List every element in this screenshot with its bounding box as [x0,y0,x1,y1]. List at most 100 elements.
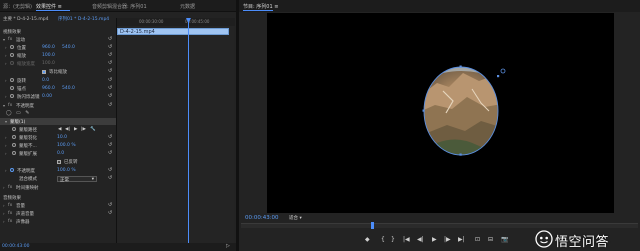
fx-icon[interactable]: fx [8,185,12,190]
step-forward-icon[interactable]: |▶ [444,237,451,243]
mask-row[interactable]: ▾ 蒙版(1) [0,118,116,125]
mask-feather-handle[interactable] [500,68,506,74]
collapse-chevron-icon[interactable]: › [3,211,5,216]
program-monitor-title[interactable]: 节目: 序列01 ≡ [243,3,278,10]
reset-icon[interactable]: ↺ [108,36,112,42]
tab-metadata[interactable]: 元数据 [180,3,195,10]
collapse-chevron-icon[interactable]: › [5,168,7,173]
program-scrub-bar[interactable] [241,223,638,228]
opacity-section-row[interactable]: ▾ fx 不透明度 ↺ [0,102,116,109]
expand-chevron-icon[interactable]: ▾ [3,103,5,108]
extract-icon[interactable]: ⊟ [488,237,493,243]
rotation-value[interactable]: 0.0 [42,78,49,83]
reset-icon[interactable]: ↺ [108,150,112,156]
position-x-value[interactable]: 960.0 [42,45,55,50]
lift-icon[interactable]: ⊡ [475,237,480,243]
reset-icon[interactable]: ↺ [108,52,112,58]
go-to-in-icon[interactable]: |◀ [403,237,410,243]
stopwatch-icon[interactable] [10,168,14,172]
expand-chevron-icon[interactable]: ▾ [3,37,5,42]
reset-icon[interactable]: ↺ [108,93,112,99]
stopwatch-icon[interactable] [10,53,14,57]
reset-icon[interactable]: ↺ [108,210,112,216]
reset-icon[interactable]: ↺ [108,202,112,208]
position-y-value[interactable]: 540.0 [62,45,75,50]
sequence-clip-label[interactable]: 序列01 * D-4-2-15.mp4 [58,16,109,22]
mask-vertex-handle[interactable] [497,75,500,78]
collapse-chevron-icon[interactable]: › [5,135,7,140]
channel-volume-row[interactable]: › fx 声道音量 ↺ [0,210,116,217]
mark-out-icon[interactable]: } [391,237,395,243]
reset-icon[interactable]: ↺ [108,175,112,181]
reset-icon[interactable]: ↺ [108,85,112,91]
program-video-canvas[interactable] [267,13,614,213]
mask-vertex-handle[interactable] [459,65,462,68]
zoom-fit-select[interactable]: 适合 ▾ [289,215,302,221]
pen-mask-icon[interactable]: ✎ [25,110,29,116]
scale-value[interactable]: 100.0 [42,53,55,58]
stopwatch-icon[interactable] [12,143,16,147]
filter-icon[interactable]: ▷ [226,243,230,249]
collapse-chevron-icon[interactable]: › [3,203,5,208]
reset-icon[interactable]: ↺ [108,134,112,140]
track-back-one-button[interactable]: ◀| [65,127,70,132]
mask-opacity-value[interactable]: 100.0 % [57,143,76,148]
stopwatch-icon[interactable] [12,135,16,139]
fx-icon[interactable]: fx [8,219,12,224]
program-timecode[interactable]: 00:00:43:00 [245,215,279,221]
ellipse-mask-icon[interactable]: ◯ [6,110,12,116]
timeline-clip[interactable]: D-4-2-15.mp4 [117,28,229,35]
inverted-checkbox[interactable] [57,159,61,164]
mask-feather-value[interactable]: 10.0 [57,135,67,140]
reset-icon[interactable]: ↺ [108,44,112,50]
uniform-scale-checkbox[interactable] [42,69,46,74]
reset-icon[interactable]: ↺ [108,142,112,148]
anti-flicker-value[interactable]: 0.00 [42,94,52,99]
mask-vertex-handle[interactable] [422,109,425,112]
stopwatch-icon[interactable] [10,86,14,90]
program-playhead[interactable] [371,222,374,229]
tab-effect-controls[interactable]: 效果控件 ≡ [36,3,62,10]
stopwatch-icon[interactable] [12,151,16,155]
panner-row[interactable]: › fx 声像器 [0,218,116,225]
reset-icon[interactable]: ↺ [108,77,112,83]
blend-mode-select[interactable]: 正常 ▾ [57,175,97,183]
reset-icon[interactable]: ↺ [108,167,112,173]
play-button[interactable]: ▶ [432,237,437,243]
step-back-icon[interactable]: ◀| [417,237,424,243]
collapse-chevron-icon[interactable]: › [5,94,7,99]
reset-icon[interactable]: ↺ [108,68,112,74]
opacity-value[interactable]: 100.0 % [57,168,76,173]
stopwatch-icon[interactable] [10,94,14,98]
tab-audio-clip-mixer[interactable]: 音频剪辑混合器: 序列01 [92,3,147,10]
mark-in-icon[interactable]: { [381,237,385,243]
playhead-line[interactable] [188,18,189,251]
reset-icon[interactable]: ↺ [108,102,112,108]
collapse-chevron-icon[interactable]: › [5,143,7,148]
collapse-chevron-icon[interactable]: › [5,53,7,58]
track-forward-one-button[interactable]: ▶ [74,127,77,132]
go-to-out-icon[interactable]: ▶| [458,237,465,243]
rectangle-mask-icon[interactable]: ▭ [16,110,21,116]
mask-expansion-value[interactable]: 0.0 [57,151,64,156]
export-frame-icon[interactable]: 📷 [501,237,508,243]
collapse-chevron-icon[interactable]: › [5,151,7,156]
anchor-y-value[interactable]: 540.0 [62,86,75,91]
collapse-chevron-icon[interactable]: › [5,45,7,50]
mask-vertex-handle[interactable] [459,153,462,156]
track-options-button[interactable]: 🔧 [90,127,96,132]
collapse-chevron-icon[interactable]: › [3,219,5,224]
collapse-chevron-icon[interactable]: › [3,185,5,190]
time-ruler[interactable]: 00:00:30:00 00:00:45:00 [117,18,235,26]
reset-icon[interactable]: ↺ [108,60,112,66]
volume-row[interactable]: › fx 音量 ↺ [0,202,116,209]
time-remap-row[interactable]: › fx 时间重映射 [0,184,116,191]
collapse-chevron-icon[interactable]: › [5,61,7,66]
track-backward-button[interactable]: ◀ [58,127,61,132]
fx-icon[interactable]: fx [8,103,12,108]
effect-controls-timecode[interactable]: 00:00:43:00 [2,244,29,249]
fx-icon[interactable]: fx [8,203,12,208]
motion-row[interactable]: ▾ fx 运动 ↺ [0,36,116,43]
fx-icon[interactable]: fx [8,211,12,216]
master-clip-label[interactable]: 主要 * D-4-2-15.mp4 [3,16,48,22]
